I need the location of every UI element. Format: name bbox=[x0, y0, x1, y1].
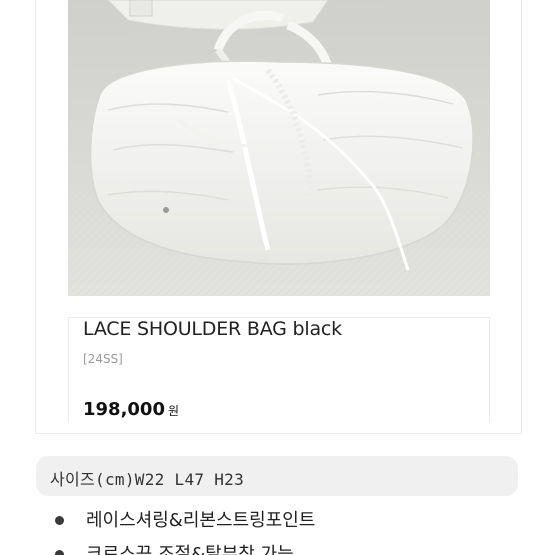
feature-text: 레이스셔링&리본스트링포인트 bbox=[86, 510, 316, 531]
price-unit: 원 bbox=[167, 404, 180, 418]
price: 198,000 원 bbox=[83, 399, 179, 420]
size-info-box: 사이즈(cm)W22 L47 H23 bbox=[36, 456, 518, 496]
list-item: 크로스끈 조절&탈부착 가능 bbox=[55, 538, 525, 555]
product-name[interactable]: LACE SHOULDER BAG black bbox=[83, 318, 342, 340]
list-item: 레이스셔링&리본스트링포인트 bbox=[55, 504, 525, 538]
product-photo[interactable] bbox=[68, 0, 490, 296]
bullet-icon bbox=[55, 516, 64, 525]
product-info: LACE SHOULDER BAG black [24SS] 198,000 원 bbox=[68, 317, 490, 423]
price-value: 198,000 bbox=[83, 399, 165, 420]
bullet-icon bbox=[55, 550, 64, 555]
season-tag: [24SS] bbox=[83, 352, 123, 366]
feature-text: 크로스끈 조절&탈부착 가능 bbox=[86, 544, 294, 555]
size-text: 사이즈(cm)W22 L47 H23 bbox=[50, 470, 245, 489]
product-card[interactable]: LACE SHOULDER BAG black [24SS] 198,000 원 bbox=[35, 0, 522, 434]
bag-image bbox=[68, 0, 490, 296]
feature-list: 레이스셔링&리본스트링포인트 크로스끈 조절&탈부착 가능 bbox=[55, 504, 525, 555]
